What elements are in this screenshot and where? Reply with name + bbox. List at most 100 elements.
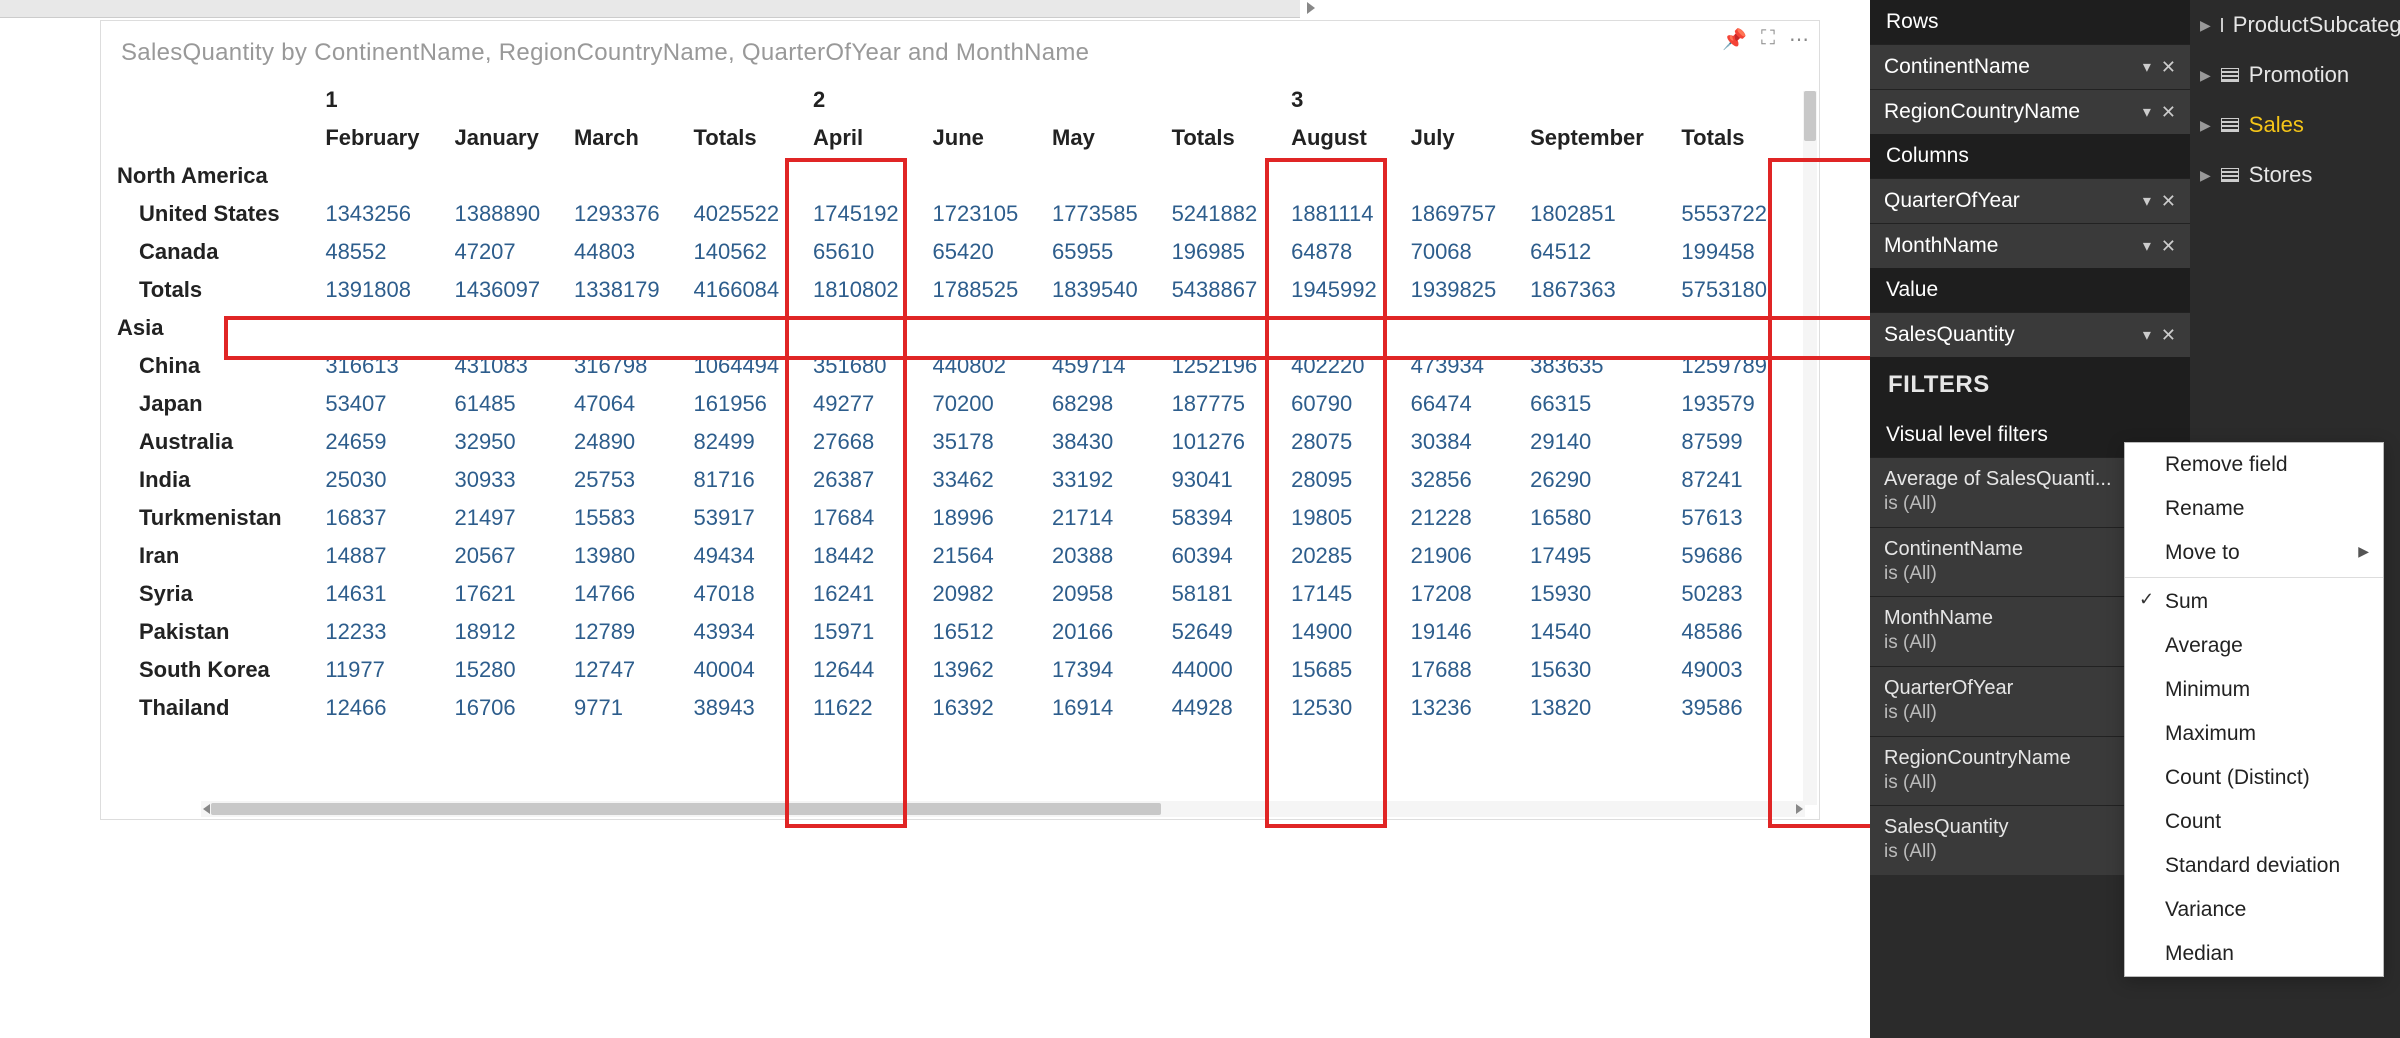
separator — [2125, 577, 2383, 578]
column-field[interactable]: MonthName▾✕ — [1870, 223, 2190, 268]
row-header[interactable]: Turkmenistan — [111, 499, 315, 537]
remove-icon[interactable]: ✕ — [2161, 325, 2176, 346]
ctx-minimum[interactable]: Minimum — [2125, 668, 2383, 712]
row-header[interactable]: Pakistan — [111, 613, 315, 651]
more-options-icon[interactable]: ⋯ — [1789, 27, 1809, 52]
table-item[interactable]: ▶Sales — [2190, 100, 2400, 150]
month-header[interactable]: September — [1520, 119, 1671, 157]
month-header[interactable]: August — [1281, 119, 1401, 157]
ctx-maximum[interactable]: Maximum — [2125, 712, 2383, 756]
ctx-move-to[interactable]: Move to — [2125, 531, 2383, 575]
ctx-count-distinct[interactable]: Count (Distinct) — [2125, 756, 2383, 800]
expand-icon[interactable]: ▶ — [2200, 17, 2211, 34]
table-item[interactable]: ▶Stores — [2190, 150, 2400, 200]
dropdown-icon[interactable]: ▾ — [2143, 57, 2151, 78]
dropdown-icon[interactable]: ▾ — [2143, 325, 2151, 346]
pin-icon[interactable]: 📌 — [1722, 27, 1747, 52]
cell-value: 27668 — [803, 423, 923, 461]
ctx-standard-deviation[interactable]: Standard deviation — [2125, 844, 2383, 888]
matrix-table: 1 2 3 February January March Totals Apri… — [111, 81, 1791, 727]
row-field[interactable]: ContinentName▾✕ — [1870, 44, 2190, 89]
value-well-header: Value — [1870, 268, 2190, 312]
expand-icon[interactable]: ▶ — [2200, 67, 2211, 84]
remove-icon[interactable]: ✕ — [2161, 191, 2176, 212]
month-header[interactable]: May — [1042, 119, 1162, 157]
horizontal-scrollbar[interactable] — [201, 801, 1805, 817]
expand-icon[interactable]: ▶ — [2200, 167, 2211, 184]
cell-value: 39586 — [1671, 689, 1791, 727]
focus-mode-icon[interactable]: ⛶ — [1761, 27, 1775, 52]
ctx-remove-field[interactable]: Remove field — [2125, 443, 2383, 487]
rows-well-header: Rows — [1870, 0, 2190, 44]
cell-value: 1064494 — [684, 347, 804, 385]
cell-value: 30933 — [444, 461, 564, 499]
ctx-sum[interactable]: Sum — [2125, 580, 2383, 624]
cell-value: 17688 — [1401, 651, 1521, 689]
month-header[interactable]: January — [444, 119, 564, 157]
row-header[interactable]: India — [111, 461, 315, 499]
ctx-count[interactable]: Count — [2125, 800, 2383, 844]
cell-value: 383635 — [1520, 347, 1671, 385]
totals-header[interactable]: Totals — [1671, 119, 1791, 157]
scroll-thumb[interactable] — [211, 803, 1161, 815]
totals-header[interactable]: Totals — [684, 119, 804, 157]
row-header[interactable]: Syria — [111, 575, 315, 613]
row-header[interactable]: South Korea — [111, 651, 315, 689]
field-context-menu[interactable]: Remove field Rename Move to Sum Average … — [2124, 442, 2384, 977]
group-header[interactable]: Asia — [111, 309, 1791, 347]
value-field[interactable]: SalesQuantity▾✕ — [1870, 312, 2190, 357]
row-field[interactable]: RegionCountryName▾✕ — [1870, 89, 2190, 134]
dropdown-icon[interactable]: ▾ — [2143, 191, 2151, 212]
cell-value: 43934 — [684, 613, 804, 651]
totals-header[interactable]: Totals — [1162, 119, 1282, 157]
vertical-scrollbar[interactable] — [1803, 91, 1817, 805]
row-header[interactable]: Iran — [111, 537, 315, 575]
cell-value: 316798 — [564, 347, 684, 385]
row-header[interactable]: Australia — [111, 423, 315, 461]
ctx-rename[interactable]: Rename — [2125, 487, 2383, 531]
cell-value: 12789 — [564, 613, 684, 651]
cell-value: 32950 — [444, 423, 564, 461]
month-header[interactable]: April — [803, 119, 923, 157]
ctx-median[interactable]: Median — [2125, 932, 2383, 976]
cell-value: 1939825 — [1401, 271, 1521, 309]
remove-icon[interactable]: ✕ — [2161, 57, 2176, 78]
remove-icon[interactable]: ✕ — [2161, 102, 2176, 123]
table-item[interactable]: ▶Promotion — [2190, 50, 2400, 100]
cell-value: 20958 — [1042, 575, 1162, 613]
month-header[interactable]: February — [315, 119, 444, 157]
remove-icon[interactable]: ✕ — [2161, 236, 2176, 257]
ctx-average[interactable]: Average — [2125, 624, 2383, 668]
dropdown-icon[interactable]: ▾ — [2143, 102, 2151, 123]
row-header[interactable]: Japan — [111, 385, 315, 423]
cell-value: 70068 — [1401, 233, 1521, 271]
dropdown-icon[interactable]: ▾ — [2143, 236, 2151, 257]
quarter-header[interactable]: 1 — [315, 81, 803, 119]
quarter-header[interactable]: 2 — [803, 81, 1281, 119]
cell-value: 12233 — [315, 613, 444, 651]
cell-value: 33462 — [923, 461, 1043, 499]
cell-value: 52649 — [1162, 613, 1282, 651]
expand-icon[interactable]: ▶ — [2200, 117, 2211, 134]
matrix-visual[interactable]: 📌 ⛶ ⋯ SalesQuantity by ContinentName, Re… — [100, 20, 1820, 820]
row-header[interactable]: Canada — [111, 233, 315, 271]
columns-well-header: Columns — [1870, 134, 2190, 178]
row-header[interactable]: United States — [111, 195, 315, 233]
cell-value: 1252196 — [1162, 347, 1282, 385]
quarter-header[interactable]: 3 — [1281, 81, 1791, 119]
cell-value: 26387 — [803, 461, 923, 499]
table-item[interactable]: ▶ProductSubcateg — [2190, 0, 2400, 50]
visual-title: SalesQuantity by ContinentName, RegionCo… — [101, 21, 1819, 79]
totals-row-header[interactable]: Totals — [111, 271, 315, 309]
group-header[interactable]: North America — [111, 157, 1791, 195]
cell-value: 1343256 — [315, 195, 444, 233]
month-header[interactable]: June — [923, 119, 1043, 157]
row-header[interactable]: Thailand — [111, 689, 315, 727]
ctx-variance[interactable]: Variance — [2125, 888, 2383, 932]
month-header[interactable]: July — [1401, 119, 1521, 157]
matrix-body[interactable]: 1 2 3 February January March Totals Apri… — [111, 81, 1805, 807]
column-field[interactable]: QuarterOfYear▾✕ — [1870, 178, 2190, 223]
month-header[interactable]: March — [564, 119, 684, 157]
row-header[interactable]: China — [111, 347, 315, 385]
scroll-thumb[interactable] — [1804, 91, 1816, 141]
